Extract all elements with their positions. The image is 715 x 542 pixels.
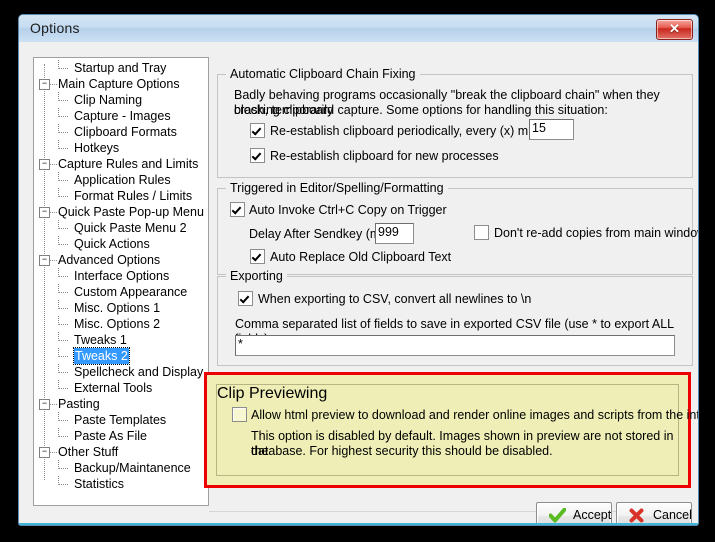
checkbox-allow-html-preview-label: Allow html preview to download and rende… <box>251 408 699 422</box>
window-title: Options <box>30 20 80 36</box>
checkbox-auto-invoke-copy[interactable] <box>230 202 245 217</box>
sidebar-item-label: External Tools <box>74 381 153 395</box>
sidebar-item-custom-appearance[interactable]: Custom Appearance <box>34 284 208 300</box>
checkbox-dont-readd-copies-label: Don't re-add copies from main window <box>494 226 699 240</box>
checkbox-convert-newlines-label: When exporting to CSV, convert all newli… <box>258 292 532 306</box>
sidebar-item-advanced-options[interactable]: Advanced Options <box>34 252 208 268</box>
sidebar-item-label: Format Rules / Limits <box>74 189 193 203</box>
sidebar-item-label: Quick Paste Menu 2 <box>74 221 187 235</box>
sidebar-item-external-tools[interactable]: External Tools <box>34 380 208 396</box>
sidebar-item-label: Paste Templates <box>74 413 167 427</box>
sidebar-item-backup-maintanence[interactable]: Backup/Maintanence <box>34 460 208 476</box>
sidebar-item-capture-rules-and-limits[interactable]: Capture Rules and Limits <box>34 156 208 172</box>
window-accent-bar <box>19 523 698 525</box>
sidebar-item-misc-options-1[interactable]: Misc. Options 1 <box>34 300 208 316</box>
group-triggered-in-editor: Triggered in Editor/Spelling/Formatting … <box>217 181 698 275</box>
sidebar-item-misc-options-2[interactable]: Misc. Options 2 <box>34 316 208 332</box>
sidebar-item-label: Spellcheck and Display <box>74 365 204 379</box>
sidebar-item-label: Paste As File <box>74 429 147 443</box>
sidebar-item-interface-options[interactable]: Interface Options <box>34 268 208 284</box>
delay-after-sendkey-label: Delay After Sendkey (ms): <box>249 227 395 241</box>
sidebar-item-statistics[interactable]: Statistics <box>34 476 208 492</box>
sidebar-item-label: Pasting <box>58 397 100 411</box>
checkbox-reestablish-new-processes[interactable] <box>250 148 265 163</box>
sidebar-item-label: Misc. Options 1 <box>74 301 161 315</box>
close-button[interactable]: ✕ <box>656 19 693 40</box>
sidebar-item-format-rules-limits[interactable]: Format Rules / Limits <box>34 188 208 204</box>
delay-after-sendkey-input[interactable]: 999 <box>375 223 414 244</box>
sidebar-item-label: Clip Naming <box>74 93 143 107</box>
group-legend: Automatic Clipboard Chain Fixing <box>226 67 420 81</box>
sidebar-item-application-rules[interactable]: Application Rules <box>34 172 208 188</box>
sidebar-item-label: Misc. Options 2 <box>74 317 161 331</box>
group-clip-previewing: Clip Previewing Allow html preview to do… <box>216 384 698 476</box>
sidebar-item-label: Hotkeys <box>74 141 120 155</box>
sidebar-item-label: Custom Appearance <box>74 285 188 299</box>
sidebar-item-label: Quick Actions <box>74 237 150 251</box>
sidebar-item-pasting[interactable]: Pasting <box>34 396 208 412</box>
sidebar-item-main-capture-options[interactable]: Main Capture Options <box>34 76 208 92</box>
periodic-minutes-input[interactable]: 15 <box>529 119 574 140</box>
sidebar-item-label: Quick Paste Pop-up Menu <box>58 205 204 219</box>
group-legend: Exporting <box>226 269 287 283</box>
sidebar-item-label: Clipboard Formats <box>74 125 177 139</box>
sidebar-item-label: Startup and Tray <box>74 61 167 75</box>
sidebar-item-clipboard-formats[interactable]: Clipboard Formats <box>34 124 208 140</box>
checkbox-dont-readd-copies[interactable] <box>474 225 489 240</box>
x-mark-icon <box>629 508 644 523</box>
sidebar-item-label: Advanced Options <box>58 253 161 267</box>
options-tree[interactable]: Startup and Tray − Main Capture Options Cli… <box>33 57 209 506</box>
cancel-button-label: Cancel <box>653 508 692 522</box>
sidebar-item-tweaks-1[interactable]: Tweaks 1 <box>34 332 208 348</box>
csv-fields-input[interactable]: * <box>235 335 675 356</box>
chain-description-line2: blocking clipboard capture. Some options… <box>234 103 608 117</box>
sidebar-item-quick-paste-menu-2[interactable]: Quick Paste Menu 2 <box>34 220 208 236</box>
sidebar-item-spellcheck-and-display[interactable]: Spellcheck and Display <box>34 364 208 380</box>
clip-previewing-note-line2: database. For highest security this shou… <box>251 444 553 458</box>
accept-button-label: Accept <box>573 508 612 522</box>
sidebar-item-label: Main Capture Options <box>58 77 180 91</box>
group-automatic-clipboard-chain-fixing: Automatic Clipboard Chain Fixing Badly b… <box>217 67 693 178</box>
clip-previewing-highlight: Clip Previewing Allow html preview to do… <box>204 372 698 488</box>
options-window: Options ✕ Startup and Tray − Main Capture … <box>18 14 699 526</box>
sidebar-item-other-stuff[interactable]: Other Stuff <box>34 444 208 460</box>
sidebar-item-paste-templates[interactable]: Paste Templates <box>34 412 208 428</box>
sidebar-item-paste-as-file[interactable]: Paste As File <box>34 428 208 444</box>
checkbox-reestablish-new-processes-label: Re-establish clipboard for new processes <box>270 149 499 163</box>
sidebar-item-label: Statistics <box>74 477 125 491</box>
sidebar-item-quick-actions[interactable]: Quick Actions <box>34 236 208 252</box>
checkbox-reestablish-periodically[interactable] <box>250 123 265 138</box>
checkbox-allow-html-preview[interactable] <box>232 407 247 422</box>
checkbox-auto-replace-old-text-label: Auto Replace Old Clipboard Text <box>270 250 452 264</box>
title-bar: Options ✕ <box>19 15 698 43</box>
window-client-area: Startup and Tray − Main Capture Options Cli… <box>19 42 698 525</box>
sidebar-item-label: Tweaks 1 <box>74 333 127 347</box>
group-legend: Triggered in Editor/Spelling/Formatting <box>226 181 448 195</box>
sidebar-item-label: Other Stuff <box>58 445 119 459</box>
sidebar-item-hotkeys[interactable]: Hotkeys <box>34 140 208 156</box>
sidebar-item-clip-naming[interactable]: Clip Naming <box>34 92 208 108</box>
sidebar-item-label: Tweaks 2 <box>73 347 130 365</box>
group-legend: Clip Previewing <box>217 385 678 403</box>
checkbox-auto-replace-old-text[interactable] <box>250 249 265 264</box>
checkbox-auto-invoke-copy-label: Auto Invoke Ctrl+C Copy on Trigger <box>249 203 447 217</box>
sidebar-item-tweaks-2[interactable]: Tweaks 2 <box>34 347 208 365</box>
sidebar-item-label: Capture - Images <box>74 109 171 123</box>
sidebar-item-label: Application Rules <box>74 173 171 187</box>
sidebar-item-label: Interface Options <box>74 269 170 283</box>
sidebar-item-label: Backup/Maintanence <box>74 461 191 475</box>
sidebar-item-startup-and-tray[interactable]: Startup and Tray <box>34 60 208 76</box>
sidebar-item-capture-images[interactable]: Capture - Images <box>34 108 208 124</box>
checkbox-convert-newlines[interactable] <box>238 291 253 306</box>
sidebar-item-label: Capture Rules and Limits <box>58 157 199 171</box>
check-icon <box>549 508 566 523</box>
checkbox-reestablish-periodically-label: Re-establish clipboard periodically, eve… <box>270 124 566 138</box>
close-icon: ✕ <box>669 21 680 36</box>
group-exporting: Exporting When exporting to CSV, convert… <box>217 269 693 366</box>
sidebar-item-quick-paste-pop-up-menu[interactable]: Quick Paste Pop-up Menu <box>34 204 208 220</box>
